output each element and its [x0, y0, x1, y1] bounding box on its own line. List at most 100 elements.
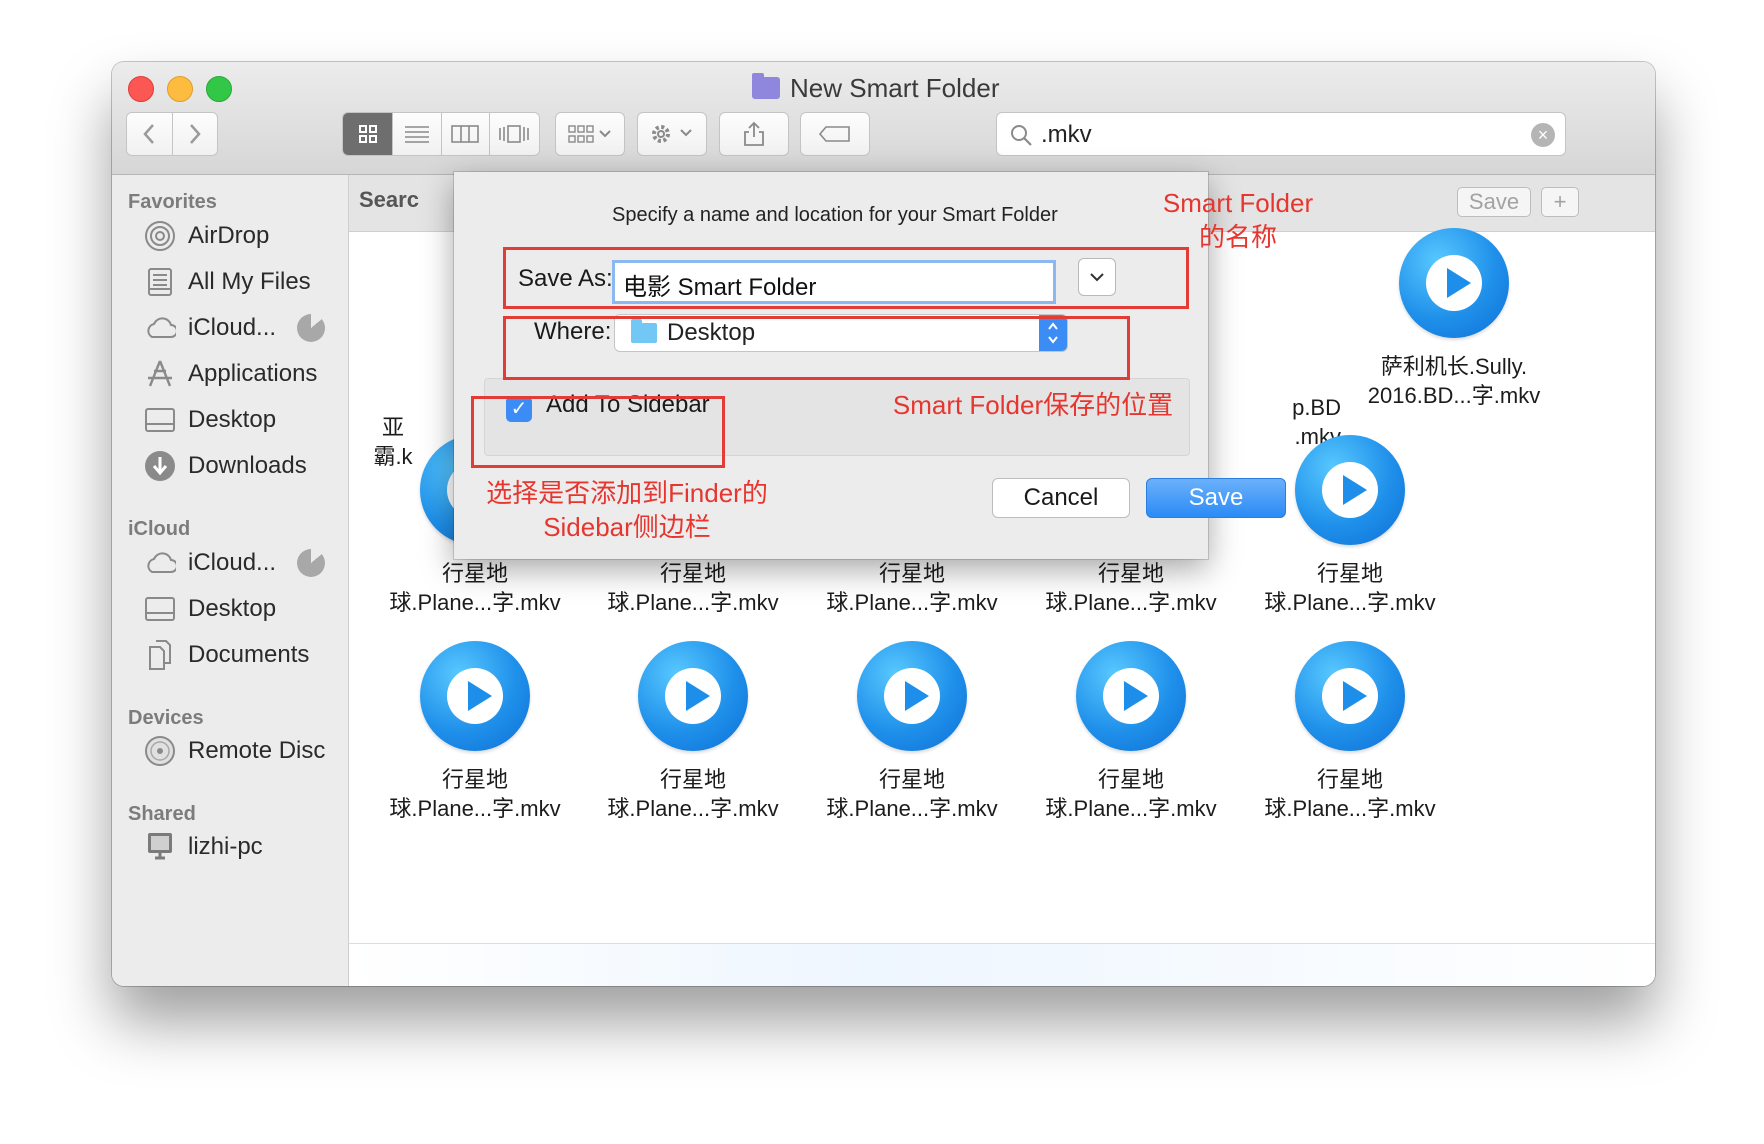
file-item[interactable]: 萨利机长.Sully. 2016.BD...字.mkv — [1349, 228, 1559, 410]
video-file-icon — [1295, 641, 1405, 751]
add-criteria-button[interactable]: + — [1541, 187, 1579, 217]
file-item[interactable]: 行星地 球.Plane...字.mkv — [1245, 435, 1455, 617]
video-file-icon — [1295, 435, 1405, 545]
sidebar-item-remote-disc[interactable]: Remote Disc — [144, 733, 325, 769]
share-icon — [744, 121, 764, 146]
sidebar-item-lizhi-pc[interactable]: lizhi-pc — [144, 829, 263, 865]
save-button[interactable]: Save — [1146, 478, 1286, 518]
chevron-right-icon — [189, 124, 201, 144]
file-name: 行星地 球.Plane...字.mkv — [607, 767, 779, 821]
sidebar-item-documents[interactable]: Documents — [144, 637, 309, 673]
close-button[interactable] — [128, 76, 154, 102]
sidebar-item-downloads[interactable]: Downloads — [144, 448, 307, 484]
video-file-icon — [420, 641, 530, 751]
minimize-button[interactable] — [167, 76, 193, 102]
annotation-box-name — [503, 247, 1189, 309]
file-item[interactable]: 行星地 球.Plane...字.mkv — [807, 641, 1017, 823]
arrange-button[interactable] — [555, 112, 625, 156]
file-name: 萨利机长.Sully. 2016.BD...字.mkv — [1367, 354, 1541, 408]
sidebar-item-label: lizhi-pc — [188, 833, 263, 860]
file-name: 行星地 球.Plane...字.mkv — [1264, 561, 1436, 615]
sidebar-item-label: Desktop — [188, 595, 277, 622]
airdrop-icon — [144, 220, 176, 252]
zoom-button[interactable] — [206, 76, 232, 102]
back-forward-control — [126, 112, 218, 156]
columns-icon — [451, 125, 479, 143]
action-button[interactable] — [637, 112, 707, 156]
sidebar-item-label: Downloads — [188, 452, 307, 479]
documents-icon — [144, 639, 176, 671]
search-field[interactable]: .mkv × — [996, 112, 1566, 156]
icloud-usage-pie-icon — [297, 549, 325, 577]
cover-flow-icon — [499, 125, 530, 143]
sidebar-section-devices: Devices — [128, 707, 204, 729]
window-title: New Smart Folder — [752, 72, 1000, 104]
save-search-button[interactable]: Save — [1457, 187, 1531, 217]
file-name: 行星地 球.Plane...字.mkv — [389, 561, 561, 615]
video-file-icon — [1076, 641, 1186, 751]
sidebar: Favorites AirDrop All My Files iCloud...… — [112, 175, 349, 986]
annotation-location: Smart Folder保存的位置 — [892, 390, 1174, 420]
list-view-button[interactable] — [393, 113, 442, 155]
icloud-usage-pie-icon — [297, 314, 325, 342]
sidebar-section-favorites: Favorites — [128, 191, 217, 213]
sidebar-item-icloud-drive-2[interactable]: iCloud... — [144, 545, 276, 581]
computer-icon — [144, 831, 176, 863]
cover-flow-button[interactable] — [489, 113, 539, 155]
desktop-icon — [144, 404, 176, 436]
sidebar-item-label: Remote Disc — [188, 737, 326, 764]
cancel-button[interactable]: Cancel — [992, 478, 1130, 518]
sidebar-item-icloud-drive[interactable]: iCloud... — [144, 310, 276, 346]
sidebar-item-applications[interactable]: Applications — [144, 356, 317, 392]
sidebar-section-shared: Shared — [128, 803, 196, 825]
file-name: 行星地 球.Plane...字.mkv — [1045, 561, 1217, 615]
disc-icon — [144, 735, 176, 767]
back-button[interactable] — [127, 113, 173, 155]
arrange-grid-icon — [568, 125, 611, 143]
file-name: 行星地 球.Plane...字.mkv — [826, 767, 998, 821]
sidebar-item-desktop[interactable]: Desktop — [144, 402, 276, 438]
sidebar-item-label: Desktop — [188, 406, 277, 433]
sidebar-item-label: iCloud... — [188, 549, 277, 576]
annotation-box-sidebar — [471, 396, 725, 468]
file-name: 行星地 球.Plane...字.mkv — [607, 561, 779, 615]
video-file-icon — [638, 641, 748, 751]
column-view-button[interactable] — [441, 113, 490, 155]
file-item[interactable]: 行星地 球.Plane...字.mkv — [370, 641, 580, 823]
cloud-icon — [144, 312, 176, 344]
video-file-icon — [1399, 228, 1509, 338]
smart-folder-icon — [752, 73, 780, 99]
list-icon — [404, 126, 429, 143]
file-name: 行星地 球.Plane...字.mkv — [1264, 767, 1436, 821]
window-title-text: New Smart Folder — [790, 72, 1000, 103]
video-file-icon — [857, 641, 967, 751]
applications-icon — [144, 358, 176, 390]
tag-icon — [818, 126, 850, 142]
desktop-icon — [144, 593, 176, 625]
sidebar-item-label: All My Files — [188, 268, 311, 295]
clear-search-icon[interactable]: × — [1531, 123, 1555, 147]
sidebar-item-icloud-desktop[interactable]: Desktop — [144, 591, 276, 627]
sidebar-item-label: Applications — [188, 360, 318, 387]
sidebar-item-label: iCloud... — [188, 314, 277, 341]
annotation-sidebar: 选择是否添加到Finder的 Sidebar侧边栏 — [486, 478, 768, 542]
sidebar-item-all-my-files[interactable]: All My Files — [144, 264, 311, 300]
file-item[interactable]: 行星地 球.Plane...字.mkv — [1026, 641, 1236, 823]
path-bar — [349, 943, 1655, 986]
sidebar-item-airdrop[interactable]: AirDrop — [144, 218, 269, 254]
cloud-icon — [144, 547, 176, 579]
downloads-icon — [144, 450, 176, 482]
view-mode-control — [342, 112, 540, 156]
icon-view-button[interactable] — [343, 113, 394, 155]
search-scope-label: Searc — [359, 187, 419, 212]
tag-button[interactable] — [800, 112, 870, 156]
grid-icon — [358, 125, 377, 143]
file-item[interactable]: 行星地 球.Plane...字.mkv — [588, 641, 798, 823]
file-name: 行星地 球.Plane...字.mkv — [1045, 767, 1217, 821]
share-button[interactable] — [719, 112, 789, 156]
toolbar: New Smart Folder .mkv × — [112, 62, 1655, 175]
file-item[interactable]: 行星地 球.Plane...字.mkv — [1245, 641, 1455, 823]
chevron-left-icon — [143, 124, 155, 144]
forward-button[interactable] — [172, 113, 217, 155]
sheet-message: Specify a name and location for your Sma… — [612, 204, 1058, 226]
